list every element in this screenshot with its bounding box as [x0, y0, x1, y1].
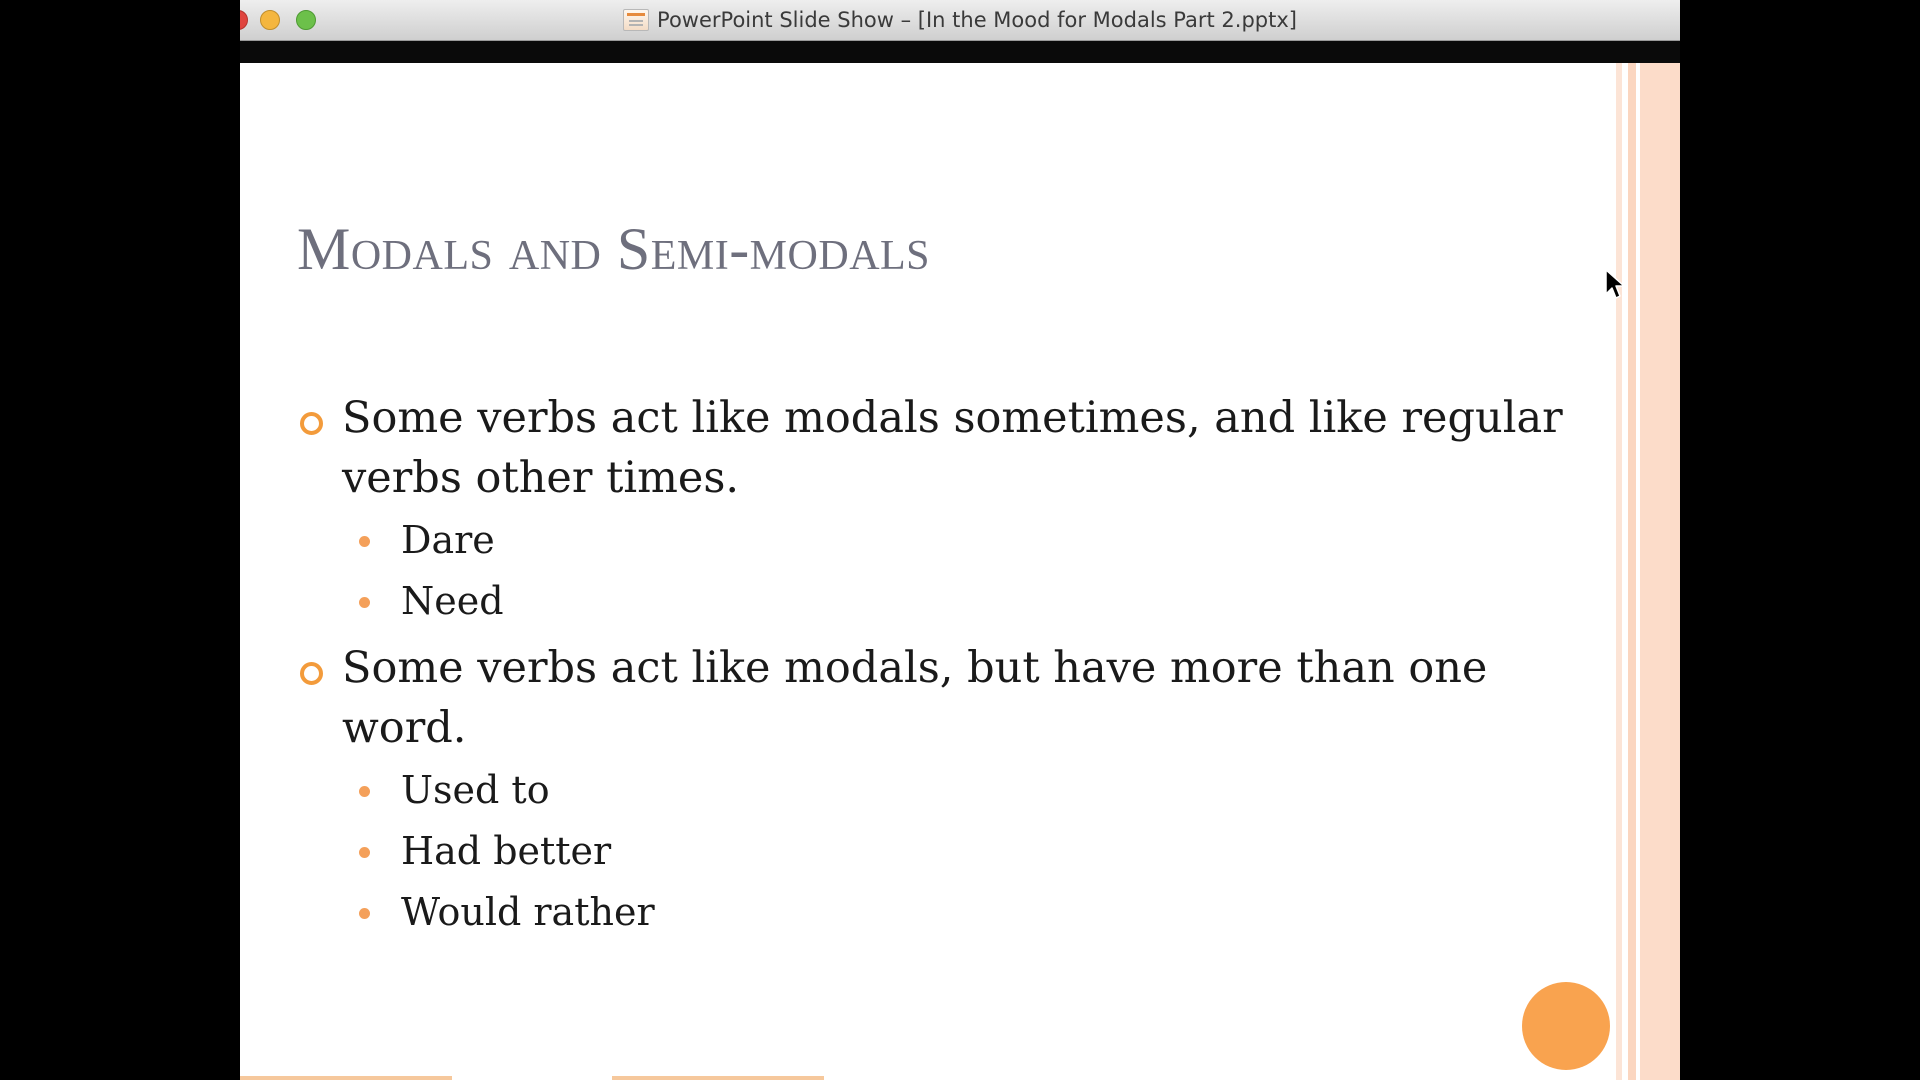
decorative-orange-circle — [1522, 982, 1610, 1070]
powerpoint-document-icon — [623, 9, 650, 31]
title-wrap: PowerPoint Slide Show – [In the Mood for… — [240, 0, 1680, 40]
sub-bullet-text: Would rather — [401, 890, 655, 934]
sub-bullet-item: Need — [297, 571, 1577, 632]
bullet-text: Some verbs act like modals sometimes, an… — [342, 393, 1563, 503]
slide-canvas[interactable]: Modals and Semi-modals Some verbs act li… — [240, 63, 1680, 1080]
sub-bullet-text: Need — [401, 579, 504, 623]
dot-bullet-icon — [359, 536, 370, 547]
slide-title: Modals and Semi-modals — [297, 216, 931, 282]
dot-bullet-icon — [359, 908, 370, 919]
slide-content: Some verbs act like modals sometimes, an… — [297, 388, 1577, 949]
dot-bullet-icon — [359, 786, 370, 797]
window-title: PowerPoint Slide Show – [In the Mood for… — [657, 8, 1297, 32]
ring-bullet-icon — [300, 662, 323, 685]
slide-show-top-bar — [240, 41, 1680, 63]
bullet-item: Some verbs act like modals sometimes, an… — [297, 388, 1592, 508]
bullet-text: Some verbs act like modals, but have mor… — [342, 643, 1488, 753]
sub-bullet-text: Dare — [401, 518, 495, 562]
sub-bullet-item: Had better — [297, 821, 1577, 882]
decorative-stripes — [1616, 63, 1680, 1080]
sub-bullet-item: Used to — [297, 760, 1577, 821]
mouse-cursor-icon — [1605, 269, 1625, 299]
sub-bullet-text: Used to — [401, 768, 550, 812]
dot-bullet-icon — [359, 847, 370, 858]
decorative-bottom-bar — [240, 1076, 452, 1080]
sub-bullet-item: Would rather — [297, 882, 1577, 943]
decorative-bottom-bar — [612, 1076, 824, 1080]
sub-bullet-text: Had better — [401, 829, 612, 873]
bullet-item: Some verbs act like modals, but have mor… — [297, 638, 1592, 758]
sub-bullet-item: Dare — [297, 510, 1577, 571]
ring-bullet-icon — [300, 412, 323, 435]
sub-bullet-list: Dare Need — [297, 510, 1577, 632]
slide-show-window: PowerPoint Slide Show – [In the Mood for… — [240, 0, 1680, 1080]
title-bar[interactable]: PowerPoint Slide Show – [In the Mood for… — [240, 0, 1680, 41]
dot-bullet-icon — [359, 597, 370, 608]
sub-bullet-list: Used to Had better Would rather — [297, 760, 1577, 943]
